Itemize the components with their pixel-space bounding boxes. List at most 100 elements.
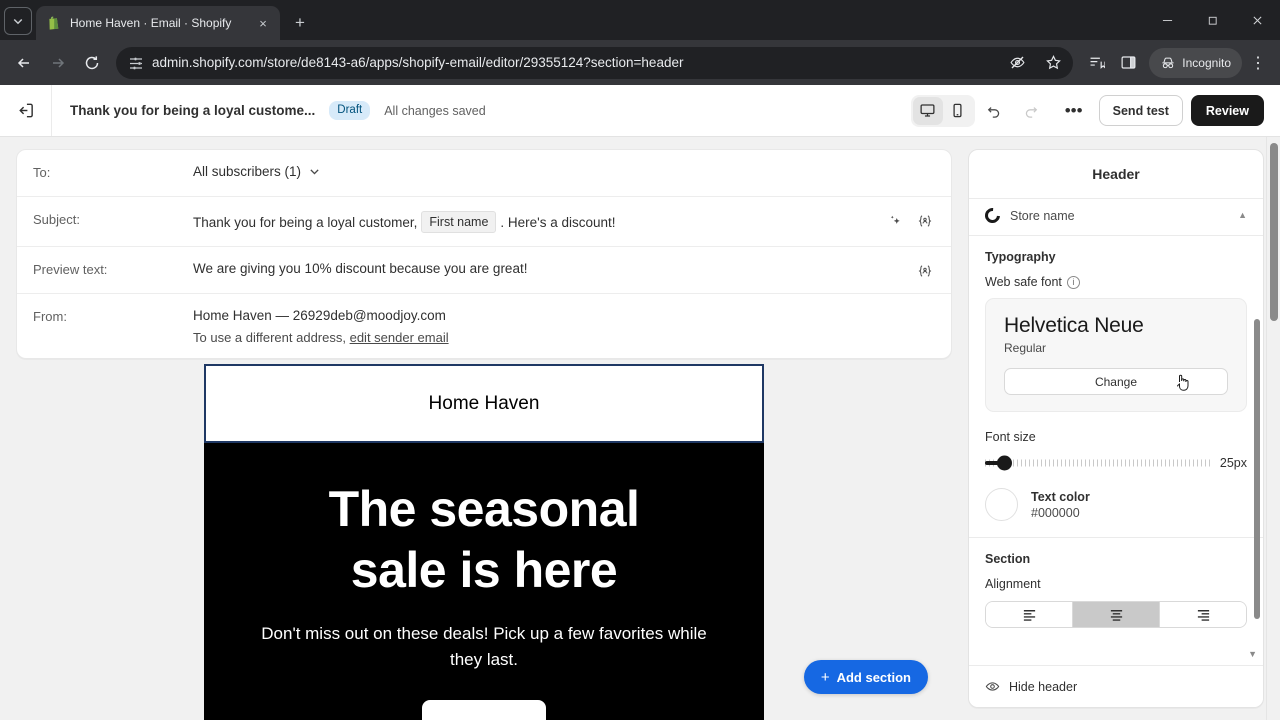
incognito-indicator[interactable]: Incognito bbox=[1149, 47, 1242, 78]
reload-icon bbox=[85, 55, 99, 69]
plus-icon: + bbox=[820, 668, 830, 686]
redo-button[interactable] bbox=[1015, 95, 1047, 127]
more-options-button[interactable]: ••• bbox=[1057, 95, 1091, 127]
incognito-label: Incognito bbox=[1182, 55, 1231, 70]
bookmark-button[interactable] bbox=[1039, 49, 1067, 77]
hero-heading-line-1: The seasonal bbox=[328, 481, 640, 537]
tracking-protection-button[interactable] bbox=[1003, 49, 1031, 77]
mobile-preview-button[interactable] bbox=[943, 97, 973, 125]
subject-input[interactable]: Thank you for being a loyal customer, Fi… bbox=[193, 197, 885, 246]
section-heading: Section bbox=[985, 552, 1031, 566]
panel-footer[interactable]: Hide header bbox=[969, 665, 1263, 707]
shopify-bag-icon bbox=[46, 15, 62, 31]
forward-button[interactable] bbox=[42, 47, 74, 79]
from-address: Home Haven — 26929deb@moodjoy.com bbox=[193, 308, 446, 323]
eye-icon bbox=[985, 682, 1000, 691]
tab-close-button[interactable]: × bbox=[254, 14, 272, 32]
star-icon bbox=[1045, 55, 1061, 70]
slider-ticks bbox=[985, 459, 1210, 467]
font-size-slider[interactable] bbox=[985, 454, 1210, 472]
new-tab-button[interactable]: + bbox=[286, 8, 314, 36]
send-test-button[interactable]: Send test bbox=[1098, 95, 1183, 126]
to-label: To: bbox=[33, 165, 51, 180]
tab-search-button[interactable] bbox=[4, 7, 32, 35]
chevron-down-icon[interactable] bbox=[308, 165, 321, 178]
hero-heading: The seasonal sale is here bbox=[246, 479, 722, 601]
chevron-down-icon bbox=[13, 18, 23, 25]
store-name-item-label: Store name bbox=[1010, 208, 1075, 223]
exit-editor-button[interactable] bbox=[0, 85, 52, 136]
from-value-wrap: Home Haven — 26929deb@moodjoy.com To use… bbox=[193, 294, 935, 358]
slider-thumb[interactable] bbox=[997, 455, 1012, 471]
browser-menu-button[interactable]: ⋮ bbox=[1244, 48, 1272, 78]
font-size-value: 25px bbox=[1219, 456, 1247, 470]
arrow-right-icon bbox=[53, 57, 65, 68]
to-value-wrap: All subscribers (1) bbox=[193, 150, 935, 192]
minimize-button[interactable] bbox=[1145, 0, 1190, 40]
page-scrollbar[interactable] bbox=[1266, 137, 1280, 720]
magic-wand-icon[interactable] bbox=[885, 211, 905, 231]
audience-selector[interactable]: All subscribers (1) bbox=[193, 164, 301, 179]
tab-title: Home Haven · Email · Shopify bbox=[70, 16, 232, 30]
url-text: admin.shopify.com/store/de8143-a6/apps/s… bbox=[152, 55, 684, 70]
insert-variable-icon[interactable] bbox=[915, 261, 935, 281]
status-badge: Draft bbox=[329, 101, 371, 120]
minimize-icon bbox=[1162, 19, 1173, 21]
align-right-icon bbox=[1197, 610, 1209, 621]
add-section-button[interactable]: + Add section bbox=[803, 660, 928, 694]
font-size-slider-row: 25px bbox=[985, 454, 1247, 472]
desktop-preview-button[interactable] bbox=[912, 96, 943, 125]
text-color-control[interactable]: Text color #000000 bbox=[985, 488, 1247, 521]
site-settings-icon[interactable] bbox=[128, 55, 144, 71]
undo-button[interactable] bbox=[979, 95, 1011, 127]
add-section-label: Add section bbox=[836, 669, 911, 685]
align-center-button[interactable] bbox=[1073, 602, 1160, 627]
from-helper-prefix: To use a different address, bbox=[193, 330, 346, 345]
panel-block-store-name[interactable]: Store name ▲ bbox=[969, 199, 1263, 236]
reload-button[interactable] bbox=[76, 47, 108, 79]
change-font-label: Change bbox=[1094, 374, 1138, 389]
editor-left-column: To: All subscribers (1) Subject: Thank y… bbox=[0, 137, 968, 720]
text-color-hex: #000000 bbox=[1031, 505, 1080, 520]
redo-icon bbox=[1025, 107, 1038, 118]
info-icon[interactable]: i bbox=[1066, 275, 1080, 289]
preview-text-label: Preview text: bbox=[33, 262, 108, 277]
align-right-button[interactable] bbox=[1160, 602, 1246, 627]
browser-tab[interactable]: Home Haven · Email · Shopify × bbox=[36, 6, 280, 40]
close-window-button[interactable] bbox=[1235, 0, 1280, 40]
panel-scroll-area[interactable]: Store name ▲ Typography Web safe font i … bbox=[969, 198, 1263, 665]
font-name: Helvetica Neue bbox=[1004, 314, 1144, 337]
preview-text-input[interactable]: We are giving you 10% discount because y… bbox=[193, 247, 915, 289]
desktop-icon bbox=[920, 104, 935, 117]
alignment-label: Alignment bbox=[985, 577, 1041, 591]
subject-text-before: Thank you for being a loyal customer, bbox=[193, 214, 418, 230]
panel-block-typography: Typography Web safe font i Helvetica Neu… bbox=[969, 236, 1263, 538]
window-controls bbox=[1145, 0, 1280, 40]
arrow-left-icon bbox=[17, 57, 29, 68]
panel-scrollbar-thumb[interactable] bbox=[1254, 319, 1260, 619]
align-left-button[interactable] bbox=[986, 602, 1073, 627]
store-name-text: Home Haven bbox=[428, 393, 540, 414]
side-panel-button[interactable] bbox=[1113, 48, 1143, 78]
font-size-label: Font size bbox=[985, 430, 1036, 444]
hero-cta-button[interactable] bbox=[422, 699, 546, 720]
collapse-caret-icon[interactable]: ▲ bbox=[1238, 211, 1247, 220]
email-section-header[interactable]: Home Haven bbox=[204, 364, 764, 443]
subject-variable-token[interactable]: First name bbox=[421, 211, 497, 233]
insert-variable-icon[interactable] bbox=[915, 211, 935, 231]
review-button[interactable]: Review bbox=[1190, 95, 1264, 126]
email-section-hero[interactable]: The seasonal sale is here Don't miss out… bbox=[204, 443, 764, 720]
page-scrollbar-thumb[interactable] bbox=[1270, 143, 1278, 321]
expand-caret-icon[interactable]: ▼ bbox=[1248, 649, 1257, 659]
reading-list-button[interactable] bbox=[1081, 48, 1111, 78]
edit-sender-email-link[interactable]: edit sender email bbox=[350, 330, 449, 345]
web-safe-font-label-row: Web safe font i bbox=[985, 275, 1247, 289]
preview-text-actions bbox=[915, 247, 935, 281]
web-safe-font-label: Web safe font bbox=[985, 275, 1062, 289]
back-button[interactable] bbox=[8, 47, 40, 79]
address-bar[interactable]: admin.shopify.com/store/de8143-a6/apps/s… bbox=[116, 46, 1074, 79]
text-color-text: Text color #000000 bbox=[1031, 490, 1090, 520]
text-color-swatch[interactable] bbox=[985, 488, 1018, 521]
change-font-button[interactable]: Change bbox=[1004, 368, 1228, 395]
maximize-button[interactable] bbox=[1190, 0, 1235, 40]
